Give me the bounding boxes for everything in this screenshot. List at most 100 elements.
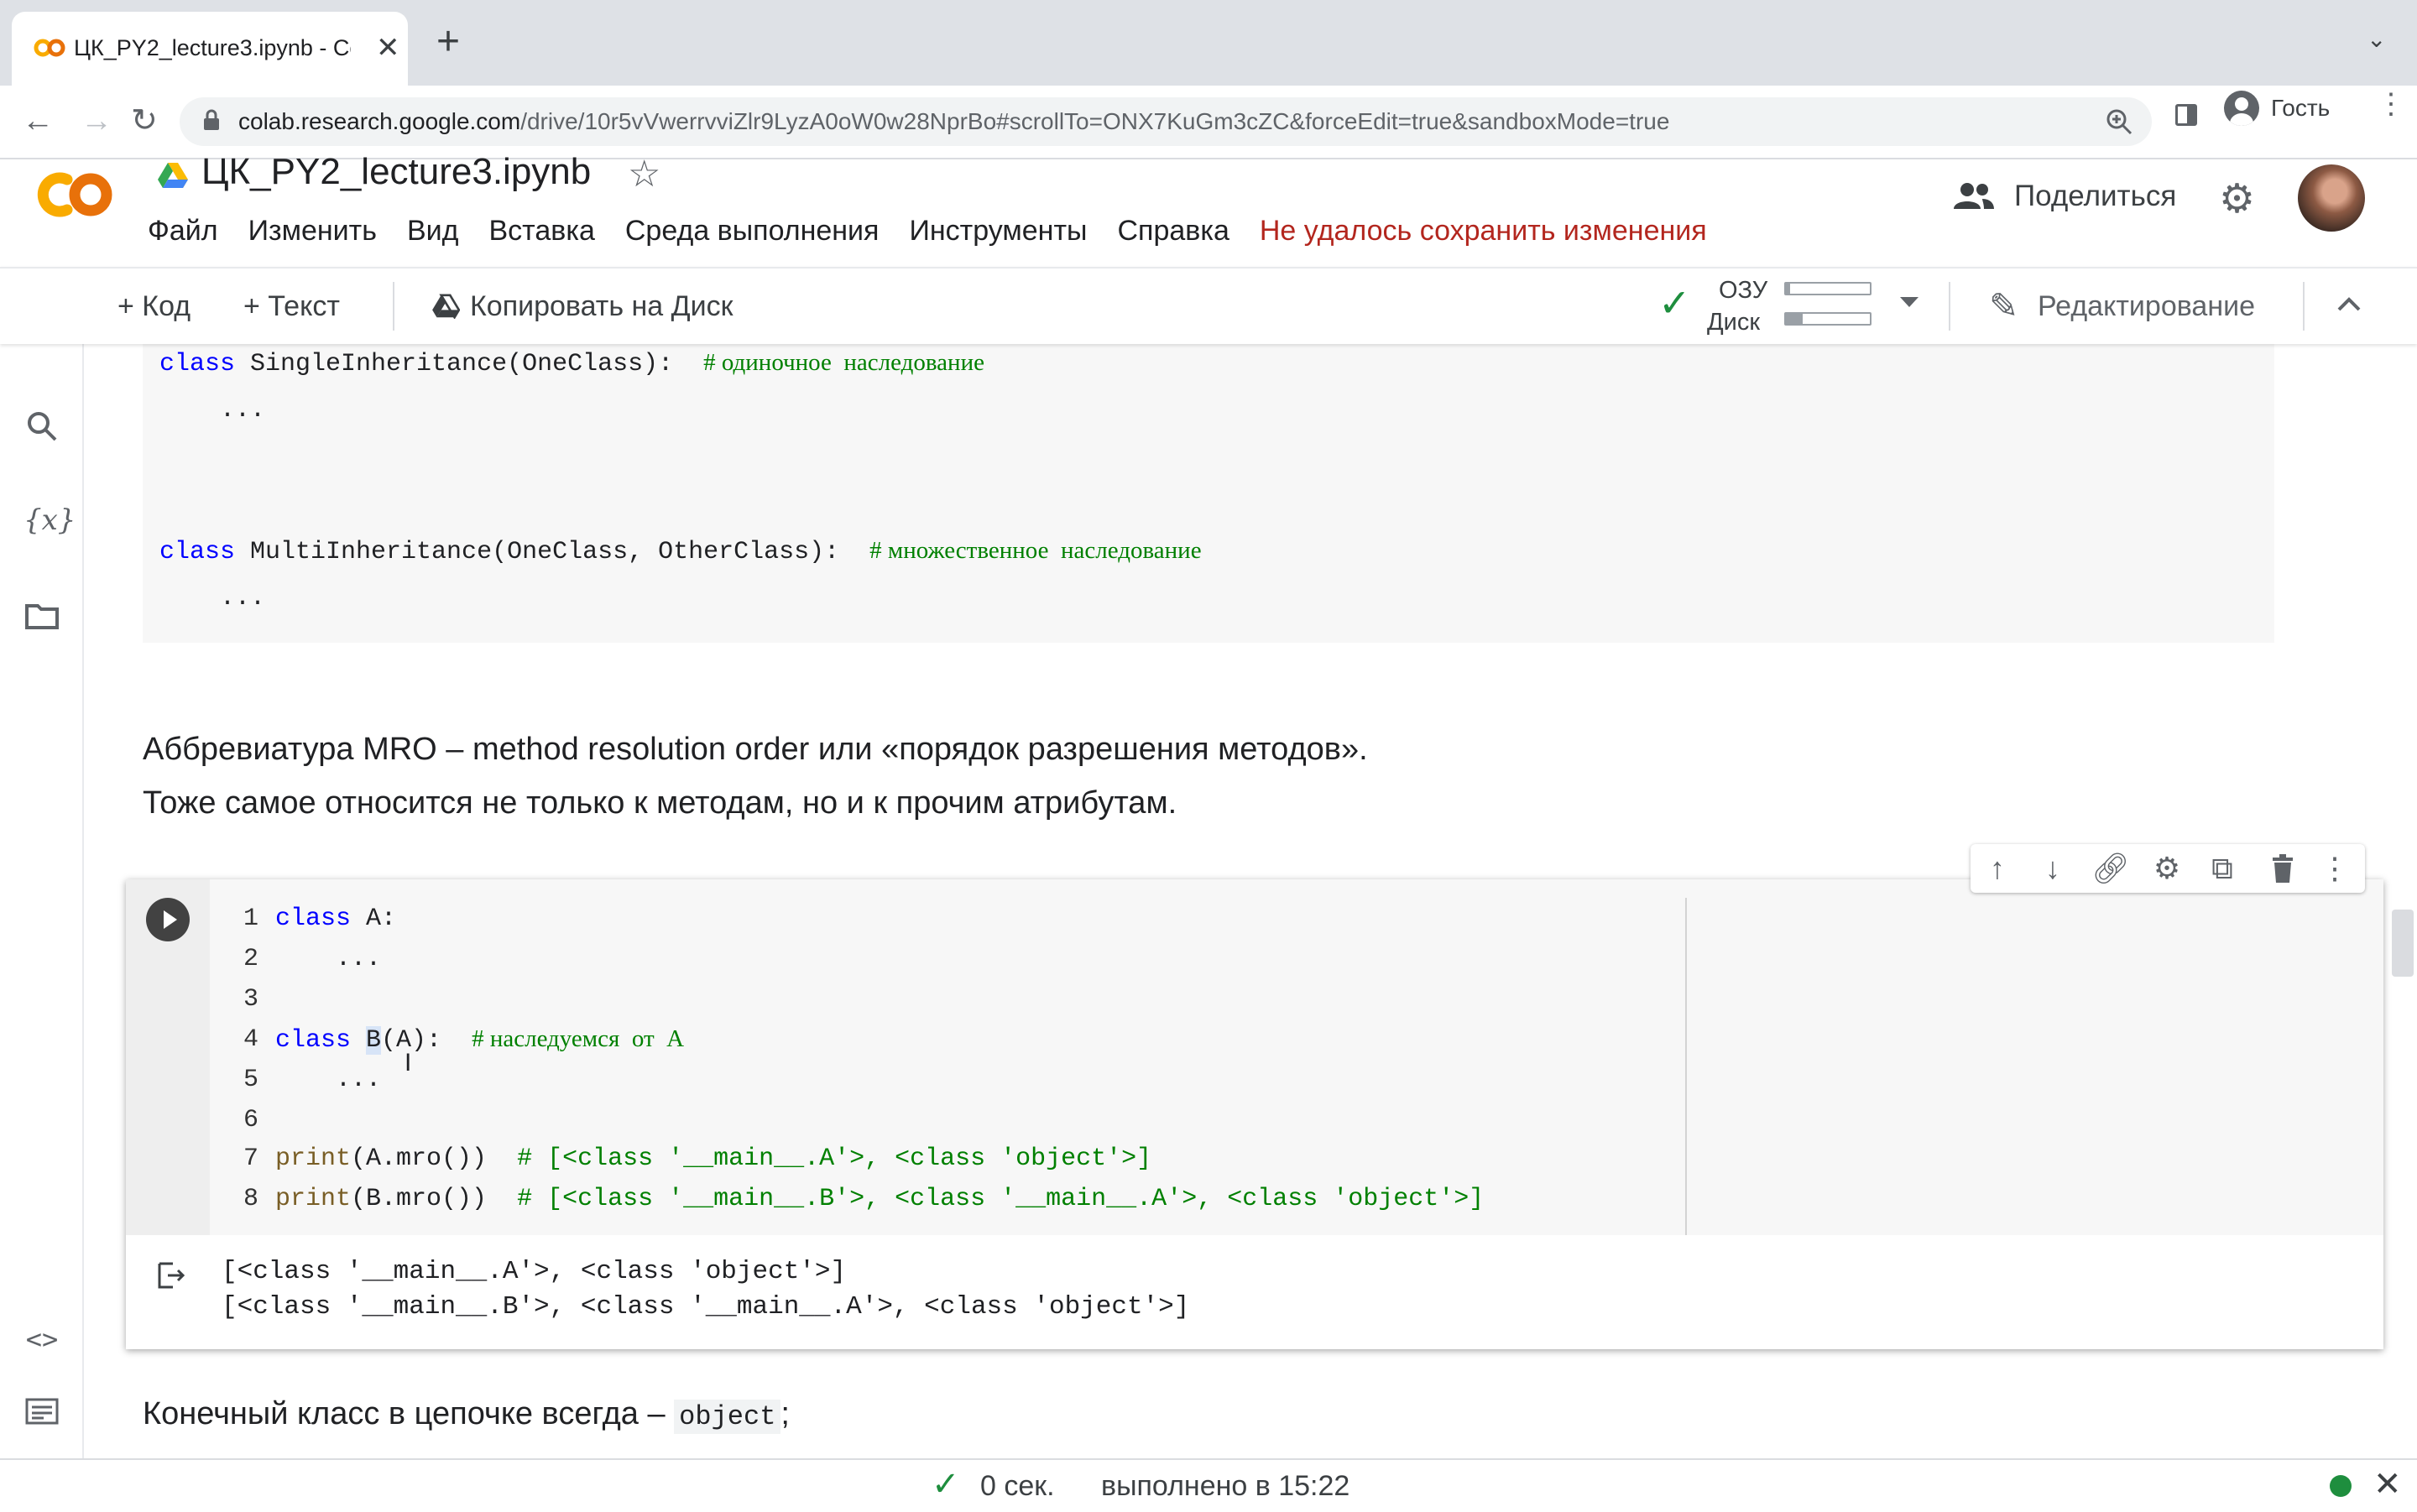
text-cell-line: Тоже самое относится не только к методам… (143, 785, 1177, 821)
save-error-link[interactable]: Не удалось сохранить изменения (1260, 215, 1707, 252)
back-arrow-icon[interactable]: ← (22, 101, 54, 141)
colab-logo[interactable] (30, 168, 117, 222)
code-editor[interactable] (210, 879, 2383, 1235)
drive-copy-icon (432, 294, 460, 319)
cell-more-icon[interactable]: ⋮ (2316, 851, 2353, 886)
browser-tab-strip: ЦК_PY2_lecture3.ipynb - Cola ✕ + ⌄ (0, 0, 2417, 86)
star-icon[interactable]: ☆ (628, 153, 660, 196)
code-line: class MultiInheritance(OneClass, OtherCl… (159, 537, 1202, 566)
menu-bar: Файл Изменить Вид Вставка Среда выполнен… (148, 215, 1737, 252)
editor-ruler (1685, 898, 1687, 1235)
toolbar-divider (2303, 282, 2305, 331)
address-bar[interactable]: colab.research.google.com/drive/10r5vVwe… (180, 97, 2152, 146)
new-tab-button[interactable]: + (436, 20, 460, 64)
profile-label: Гость (2271, 95, 2331, 121)
link-icon[interactable]: 🔗︎ (2091, 851, 2130, 886)
previous-code-cell[interactable] (143, 344, 2274, 643)
menu-tools[interactable]: Инструменты (909, 215, 1087, 252)
menu-file[interactable]: Файл (148, 215, 218, 252)
line-number: 2 (243, 945, 259, 973)
text-cell-line: Конечный класс в цепочке всегда – object… (143, 1396, 790, 1434)
colab-toolbar: + Код + Текст Копировать на Диск ✓ ОЗУ Д… (0, 267, 2417, 344)
move-down-icon[interactable]: ↓ (2034, 851, 2071, 886)
mirror-cell-icon[interactable]: ⧉ (2204, 851, 2241, 886)
line-number: 6 (243, 1106, 259, 1134)
code-line: class B(A): # наследуемся от A (275, 1025, 685, 1055)
code-line: print(B.mro()) # [<class '__main__.B'>, … (275, 1185, 1485, 1213)
menu-view[interactable]: Вид (407, 215, 459, 252)
collapse-chevron-icon[interactable] (2336, 295, 2362, 312)
tab-close-icon[interactable]: ✕ (376, 32, 400, 64)
move-up-icon[interactable]: ↑ (1979, 851, 2016, 886)
notebook-title[interactable]: ЦК_PY2_lecture3.ipynb (201, 151, 591, 193)
url-text: colab.research.google.com/drive/10r5vVwe… (238, 108, 1670, 134)
guest-avatar-icon (2224, 91, 2259, 126)
lock-icon[interactable] (203, 109, 220, 131)
share-label: Поделиться (2014, 180, 2177, 212)
browser-menu-icon[interactable]: ⋮ (2377, 87, 2405, 121)
execution-duration: 0 сек. (980, 1470, 1055, 1502)
runtime-status-dot[interactable] (2330, 1475, 2352, 1497)
editing-mode-button[interactable]: Редактирование (2038, 290, 2255, 323)
side-panel-icon[interactable] (2175, 104, 2197, 126)
line-number: 8 (243, 1185, 259, 1213)
menu-runtime[interactable]: Среда выполнения (625, 215, 880, 252)
line-number: 5 (243, 1066, 259, 1094)
files-folder-icon[interactable] (23, 602, 60, 629)
browser-nav-bar: ← → ↻ colab.research.google.com/drive/10… (0, 86, 2417, 159)
people-icon (1954, 183, 1994, 209)
ram-meter[interactable] (1784, 282, 1871, 295)
forward-arrow-icon[interactable]: → (81, 101, 112, 141)
search-icon[interactable] (23, 409, 60, 443)
toolbar-divider (393, 282, 394, 331)
output-line: [<class '__main__.B'>, <class '__main__.… (222, 1292, 1190, 1322)
add-code-button[interactable]: + Код (117, 290, 191, 323)
success-check-icon: ✓ (932, 1466, 960, 1503)
toolbar-divider (1949, 282, 1950, 331)
tab-search-chevron-icon[interactable]: ⌄ (2367, 25, 2386, 53)
run-cell-button[interactable] (146, 898, 190, 941)
status-bar: ✓ 0 сек. выполнено в 15:22 ✕ (0, 1458, 2417, 1512)
share-button[interactable]: Поделиться (1952, 180, 2176, 213)
output-icon[interactable] (156, 1260, 186, 1290)
disk-meter[interactable] (1784, 312, 1871, 326)
pencil-icon: ✎ (1989, 286, 2019, 326)
execution-completed-time: выполнено в 15:22 (1101, 1470, 1350, 1502)
settings-gear-icon[interactable]: ⚙ (2219, 178, 2255, 222)
copy-to-drive-button[interactable]: Копировать на Диск (470, 290, 733, 323)
code-line: class SingleInheritance(OneClass): # оди… (159, 349, 984, 378)
code-line: ... (159, 396, 266, 425)
profile-button[interactable]: Гость (2219, 84, 2382, 133)
cell-settings-gear-icon[interactable]: ⚙ (2148, 851, 2185, 886)
output-line: [<class '__main__.A'>, <class 'object'>] (222, 1257, 847, 1286)
text-cell-line: Аббревиатура MRO – method resolution ord… (143, 732, 1368, 767)
left-sidebar: {x} <> (0, 267, 84, 1458)
connected-check-icon: ✓ (1658, 281, 1691, 325)
line-number: 3 (243, 985, 259, 1014)
google-drive-icon (158, 163, 188, 188)
cell-toolbar: ↑ ↓ 🔗︎ ⚙ ⧉ ⋮ (1971, 844, 2365, 893)
menu-edit[interactable]: Изменить (248, 215, 377, 252)
add-text-button[interactable]: + Текст (243, 290, 340, 323)
code-line: ... (159, 584, 266, 613)
code-line: print(A.mro()) # [<class '__main__.A'>, … (275, 1144, 1152, 1173)
runtime-dropdown-icon[interactable] (1900, 297, 1918, 307)
browser-tab[interactable]: ЦК_PY2_lecture3.ipynb - Cola ✕ (12, 12, 408, 86)
scrollbar-thumb[interactable] (2392, 910, 2414, 977)
ram-label: ОЗУ (1719, 277, 1768, 304)
terminal-icon[interactable] (23, 1398, 60, 1425)
delete-trash-icon[interactable] (2264, 854, 2301, 883)
menu-insert[interactable]: Вставка (488, 215, 594, 252)
user-avatar[interactable] (2298, 164, 2365, 232)
close-status-icon[interactable]: ✕ (2373, 1465, 2402, 1504)
tab-title: ЦК_PY2_lecture3.ipynb - Cola (74, 35, 351, 60)
zoom-icon[interactable] (2105, 107, 2133, 136)
variables-icon[interactable]: {x} (23, 502, 76, 539)
reload-icon[interactable]: ↻ (131, 101, 158, 141)
menu-help[interactable]: Справка (1117, 215, 1229, 252)
disk-label: Диск (1707, 309, 1761, 336)
line-number: 4 (243, 1025, 259, 1054)
code-snippets-icon[interactable]: <> (23, 1321, 60, 1358)
code-line: class A: (275, 905, 397, 933)
colab-favicon-icon (34, 39, 65, 57)
